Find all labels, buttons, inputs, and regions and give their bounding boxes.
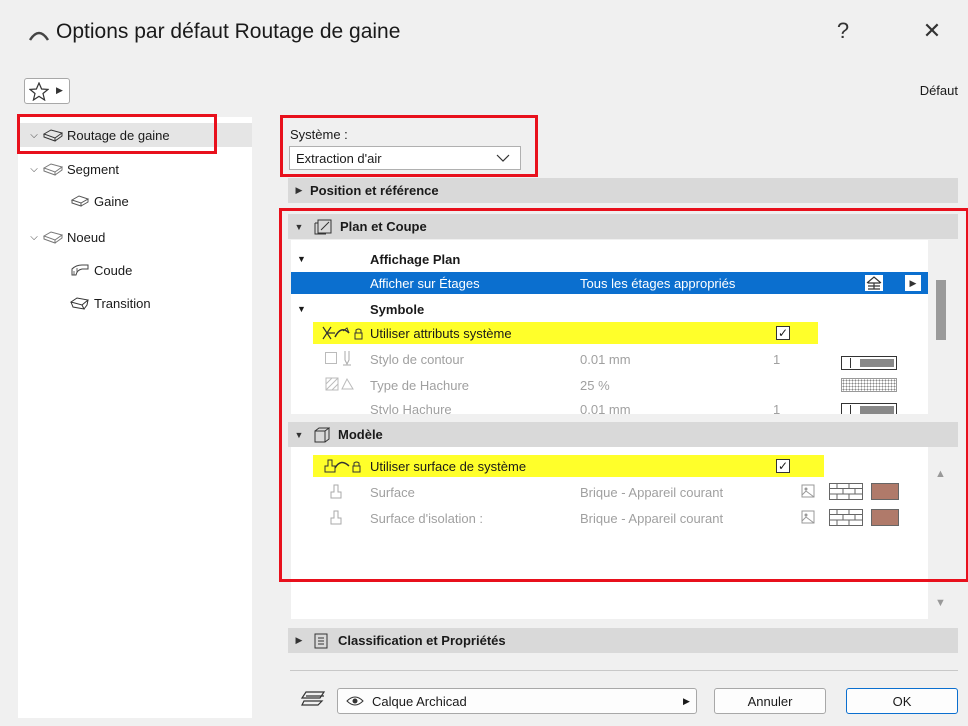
scroll-down-icon[interactable]: ▼ <box>935 597 946 609</box>
tree-item-label: Segment <box>67 161 120 177</box>
ok-button[interactable]: OK <box>846 688 958 714</box>
segment-icon <box>43 163 63 176</box>
caret-right-icon: ▶ <box>295 185 303 195</box>
default-label: Défaut <box>919 83 958 98</box>
tree-item-transition[interactable]: Transition <box>70 291 151 315</box>
tree-item-label: Gaine <box>94 193 129 209</box>
annotation-box-system <box>280 115 538 177</box>
tree-item-label: Noeud <box>67 229 106 245</box>
tree-item-label: Coude <box>94 262 133 278</box>
tree-item-noeud[interactable]: ⌵ Noeud <box>28 225 105 249</box>
help-button[interactable]: ? <box>828 18 858 44</box>
layers-icon[interactable] <box>300 690 326 706</box>
eye-icon <box>346 696 364 706</box>
tree-item-label: Transition <box>94 295 151 311</box>
layer-dropdown[interactable]: Calque Archicad ▶ <box>337 688 697 714</box>
panel-position[interactable]: ▶ Position et référence <box>288 178 958 203</box>
duct-icon <box>70 195 90 207</box>
transition-icon <box>70 297 90 310</box>
caret-right-icon: ▶ <box>295 635 303 645</box>
caret-right-icon: ▶ <box>56 85 63 95</box>
panel-title: Classification et Propriétés <box>338 633 506 648</box>
node-icon <box>43 231 63 244</box>
chevron-down-icon: ⌵ <box>30 163 38 175</box>
archicad-logo-icon <box>28 31 50 41</box>
star-icon <box>29 82 49 101</box>
chevron-down-icon: ⌵ <box>30 231 38 243</box>
layer-name: Calque Archicad <box>372 693 467 709</box>
annotation-box-panels <box>279 208 968 582</box>
elbow-icon <box>71 264 89 276</box>
tree-item-coude[interactable]: Coude <box>70 258 132 282</box>
tree-item-segment[interactable]: ⌵ Segment <box>28 157 119 181</box>
tree-item-gaine[interactable]: Gaine <box>70 189 129 213</box>
caret-right-icon: ▶ <box>683 696 690 706</box>
cancel-button[interactable]: Annuler <box>714 688 826 714</box>
annotation-box-tree <box>17 114 217 154</box>
window-title: Options par défaut Routage de gaine <box>56 20 401 43</box>
close-button[interactable]: ✕ <box>917 18 947 44</box>
divider <box>290 670 958 671</box>
panel-classification[interactable]: ▶ Classification et Propriétés <box>288 628 958 653</box>
document-list-icon <box>314 633 328 648</box>
tree-panel: ⌵ Routage de gaine ⌵ Segment Gaine ⌵ Noe… <box>18 117 252 718</box>
favorites-button[interactable]: ▶ <box>24 78 70 104</box>
panel-title: Position et référence <box>310 183 439 198</box>
